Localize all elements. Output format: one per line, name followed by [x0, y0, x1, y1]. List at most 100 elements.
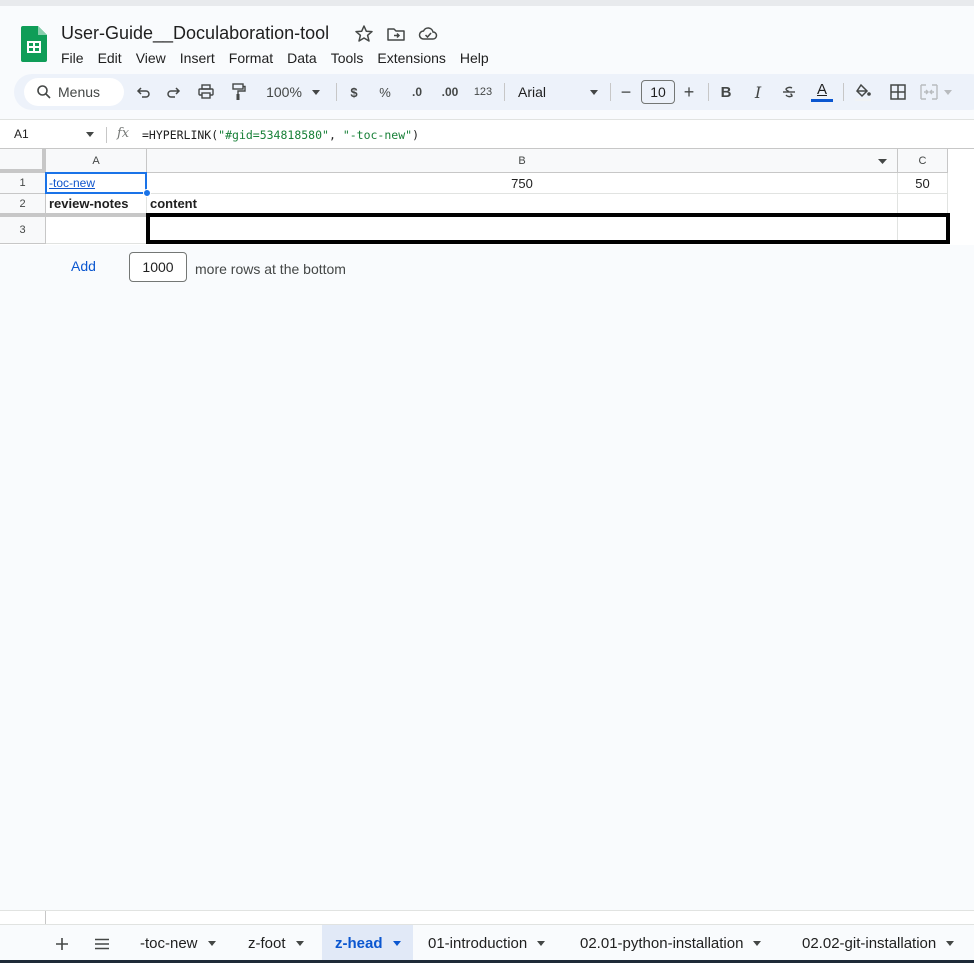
cell-b1[interactable]: 750 — [147, 173, 898, 194]
paint-format-button[interactable] — [227, 74, 249, 110]
row-header-2[interactable]: 2 — [0, 194, 46, 214]
column-header-b-label: B — [518, 154, 526, 167]
add-rows-count-input[interactable]: 1000 — [129, 252, 187, 282]
strikethrough-button[interactable] — [779, 74, 799, 110]
sheet-tab-toc-new[interactable]: -toc-new — [122, 925, 228, 962]
chevron-down-icon — [537, 941, 546, 946]
name-box[interactable]: A1 — [14, 127, 29, 141]
bold-button[interactable]: B — [716, 74, 736, 110]
decrease-font-size-button[interactable]: − — [617, 74, 635, 110]
number-format-button[interactable]: 123 — [471, 74, 495, 110]
chevron-down-icon[interactable] — [86, 132, 94, 137]
toolbar-divider — [708, 83, 709, 101]
fill-color-button[interactable] — [852, 74, 874, 110]
chevron-down-icon — [753, 941, 762, 946]
search-menus[interactable]: Menus — [24, 78, 124, 106]
select-all-corner[interactable] — [0, 149, 46, 173]
active-cell-outline — [45, 172, 147, 194]
sheet-tab-02-02-git-installation[interactable]: 02.02-git-installation — [784, 925, 966, 962]
italic-button[interactable]: I — [748, 74, 768, 110]
sheet-tab-02-01-python-installation[interactable]: 02.01-python-installation — [562, 925, 773, 962]
add-sheet-button[interactable] — [51, 933, 73, 955]
undo-icon — [136, 87, 150, 98]
formula-suffix: ) — [412, 128, 419, 142]
menu-icon — [95, 938, 109, 950]
frozen-row-divider[interactable] — [0, 213, 146, 217]
toolbar-divider — [843, 83, 844, 101]
currency-button[interactable]: $ — [344, 74, 364, 110]
sheet-tab-label: 01-introduction — [428, 935, 528, 952]
menu-insert[interactable]: Insert — [173, 49, 222, 67]
menu-data[interactable]: Data — [280, 49, 324, 67]
row-header-3[interactable]: 3 — [0, 217, 46, 244]
column-header-a[interactable]: A — [46, 149, 147, 173]
cell-a3[interactable] — [46, 217, 147, 244]
menu-format[interactable]: Format — [222, 49, 280, 67]
sheet-tab-z-foot[interactable]: z-foot — [230, 925, 316, 962]
column-menu-chevron-icon[interactable] — [878, 159, 887, 164]
menu-tools[interactable]: Tools — [324, 49, 371, 67]
spreadsheet-app: User-Guide__Doculaboration-tool File Edi… — [0, 0, 974, 963]
decrease-decimal-label: .0 — [411, 85, 422, 99]
sheet-tab-label: 02.02-git-installation — [802, 935, 937, 952]
sheet-tab-z-head[interactable]: z-head — [322, 925, 413, 962]
all-sheets-button[interactable] — [91, 933, 113, 955]
text-color-button[interactable]: A — [811, 74, 833, 110]
increase-decimal-button[interactable]: .00 — [438, 74, 462, 110]
redo-button[interactable] — [163, 74, 185, 110]
cell-c1[interactable]: 50 — [898, 173, 948, 194]
cloud-saved-icon[interactable] — [418, 24, 438, 44]
column-header-b[interactable]: B — [147, 149, 898, 173]
decrease-decimal-button[interactable]: .0 — [406, 74, 428, 110]
toolbar: Menus 100% $ % .0 .00 123 Arial − 10 + B… — [14, 74, 974, 110]
font-select[interactable]: Arial — [514, 74, 602, 110]
cell-c2[interactable] — [898, 194, 948, 214]
menu-edit[interactable]: Edit — [91, 49, 129, 67]
menu-help[interactable]: Help — [453, 49, 496, 67]
percent-button[interactable]: % — [375, 74, 395, 110]
menu-file[interactable]: File — [54, 49, 91, 67]
sheet-tab-01-introduction[interactable]: 01-introduction — [410, 925, 557, 962]
fill-color-icon — [855, 83, 871, 101]
row-header-1[interactable]: 1 — [0, 173, 46, 194]
formula-input[interactable]: =HYPERLINK("#gid=534818580", "-toc-new") — [142, 128, 419, 142]
formula-arg1: "#gid=534818580" — [218, 128, 329, 142]
cell-b2[interactable]: content — [147, 194, 898, 214]
merge-cells-button[interactable] — [920, 74, 956, 110]
star-icon[interactable] — [354, 24, 374, 44]
menu-bar: File Edit View Insert Format Data Tools … — [54, 49, 496, 67]
font-name: Arial — [518, 84, 547, 100]
chevron-down-icon — [311, 89, 320, 95]
column-header-c[interactable]: C — [898, 149, 948, 173]
add-rows-button[interactable]: Add — [71, 258, 96, 274]
borders-button[interactable] — [887, 74, 909, 110]
add-rows-label: more rows at the bottom — [195, 261, 346, 277]
redo-icon — [167, 87, 181, 98]
plus-icon — [56, 938, 68, 950]
increase-decimal-label: .00 — [441, 85, 459, 99]
paint-format-icon — [232, 83, 246, 100]
increase-font-size-button[interactable]: + — [680, 74, 698, 110]
strikethrough-icon — [783, 86, 795, 98]
cell-a2[interactable]: review-notes — [46, 194, 147, 214]
fx-icon: fx — [117, 126, 130, 141]
print-button[interactable] — [195, 74, 217, 110]
search-icon — [37, 85, 51, 99]
zoom-select[interactable]: 100% — [258, 74, 328, 110]
document-title[interactable]: User-Guide__Doculaboration-tool — [61, 23, 329, 44]
menu-view[interactable]: View — [129, 49, 173, 67]
sheet-tab-label: 02.01-python-installation — [580, 935, 744, 952]
font-size-input[interactable]: 10 — [641, 80, 675, 104]
formula-arg2: "-toc-new" — [342, 128, 413, 142]
move-to-folder-icon[interactable] — [386, 24, 406, 44]
undo-button[interactable] — [132, 74, 154, 110]
horizontal-scrollbar[interactable] — [0, 910, 974, 924]
row-3-thick-border — [146, 213, 950, 244]
borders-icon — [890, 84, 906, 100]
fill-handle[interactable] — [143, 189, 151, 197]
menu-extensions[interactable]: Extensions — [370, 49, 452, 67]
sheets-logo-icon[interactable] — [21, 26, 47, 62]
text-color-letter: A — [816, 80, 827, 98]
zoom-value: 100% — [266, 84, 302, 100]
toolbar-divider — [336, 83, 337, 101]
